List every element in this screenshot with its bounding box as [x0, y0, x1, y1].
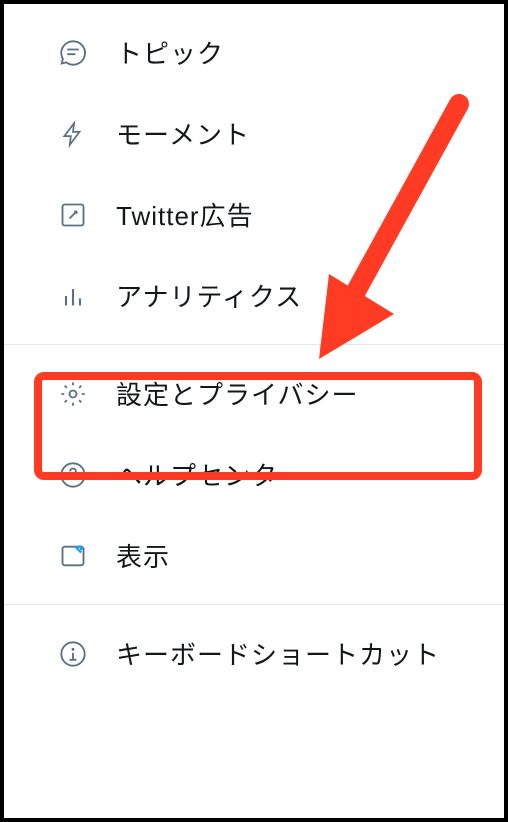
- menu-item-ad[interactable]: Twitter広告: [4, 174, 504, 255]
- display-icon: [58, 541, 88, 571]
- menu-item-label: 表示: [116, 537, 170, 574]
- menu-item-settings[interactable]: 設定とプライバシー: [4, 353, 504, 434]
- divider: [4, 604, 504, 605]
- menu-item-label: モーメント: [116, 115, 250, 152]
- menu-item-moment[interactable]: モーメント: [4, 93, 504, 174]
- menu-item-label: ヘルプセンター: [116, 456, 305, 493]
- menu-item-topic[interactable]: トピック: [4, 12, 504, 93]
- divider: [4, 344, 504, 345]
- menu-item-keyboard[interactable]: キーボードショートカット: [4, 613, 504, 694]
- menu-item-label: Twitter広告: [116, 196, 254, 233]
- settings-icon: [58, 379, 88, 409]
- analytics-icon: [58, 281, 88, 311]
- menu-item-display[interactable]: 表示: [4, 515, 504, 596]
- ad-icon: [58, 200, 88, 230]
- menu: トピック モーメント Twitter広告 アナリティクス: [4, 4, 504, 694]
- menu-item-label: キーボードショートカット: [116, 635, 440, 672]
- menu-item-analytics[interactable]: アナリティクス: [4, 255, 504, 336]
- menu-item-help[interactable]: ヘルプセンター: [4, 434, 504, 515]
- menu-item-label: 設定とプライバシー: [116, 375, 358, 412]
- moment-icon: [58, 119, 88, 149]
- keyboard-icon: [58, 639, 88, 669]
- menu-item-label: トピック: [116, 34, 224, 71]
- menu-item-label: アナリティクス: [116, 277, 302, 314]
- help-icon: [58, 460, 88, 490]
- topic-icon: [58, 38, 88, 68]
